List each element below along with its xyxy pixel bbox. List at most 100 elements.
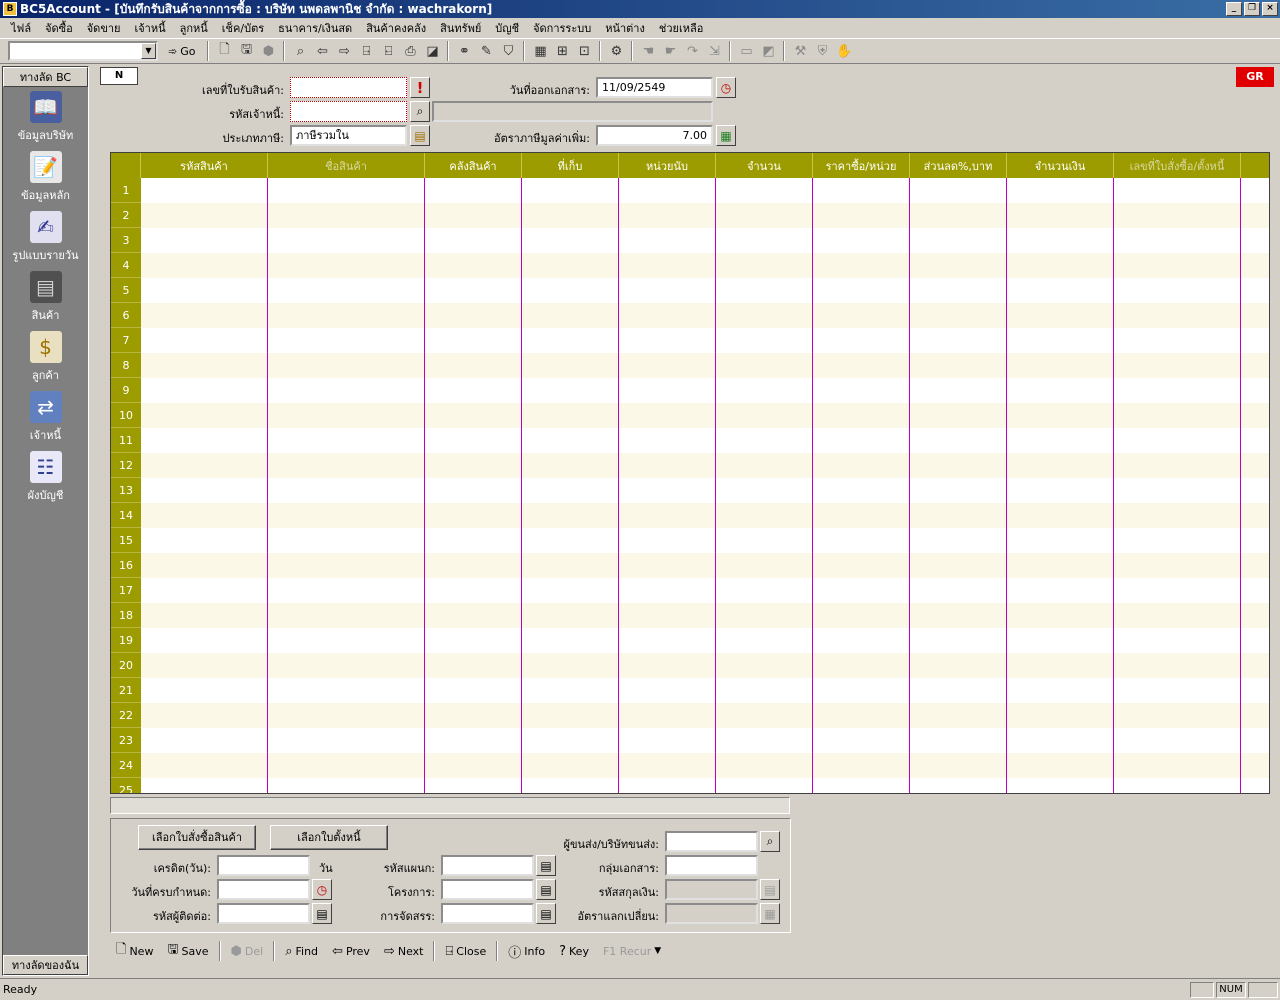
grid-cell[interactable] (1241, 178, 1269, 203)
grid-cell[interactable] (716, 753, 813, 778)
grid-cell[interactable] (141, 528, 268, 553)
grid-cell[interactable] (619, 353, 716, 378)
grid-cell[interactable] (1114, 728, 1241, 753)
grid-cell[interactable] (268, 503, 425, 528)
grid-cell[interactable] (1007, 478, 1114, 503)
grid-cell[interactable] (619, 403, 716, 428)
grid-cell[interactable] (425, 303, 522, 328)
grid-cell[interactable] (813, 628, 910, 653)
search-icon[interactable]: ⌕ (410, 101, 430, 122)
new-doc-icon[interactable]: 🗋 (215, 42, 233, 60)
grid-cell[interactable] (1241, 278, 1269, 303)
grid-cell[interactable] (1114, 203, 1241, 228)
credit-days-input[interactable] (217, 855, 310, 876)
next-arrow-icon[interactable]: ⇨ (335, 42, 353, 60)
grid-cell[interactable] (716, 503, 813, 528)
table-row[interactable]: 7 (111, 328, 1269, 353)
grid-cell[interactable] (268, 678, 425, 703)
key-button[interactable]: ? Key (553, 940, 595, 962)
items-grid[interactable]: รหัสสินค้า ชื่อสินค้า คลังสินค้า ที่เก็บ… (110, 152, 1270, 794)
table-row[interactable]: 21 (111, 678, 1269, 703)
grid-cell[interactable] (1114, 403, 1241, 428)
grid-cell[interactable] (813, 303, 910, 328)
grid-cell[interactable] (619, 778, 716, 793)
grid-cell[interactable] (268, 703, 425, 728)
edit-icon[interactable]: ✎ (477, 42, 495, 60)
info-button[interactable]: ⓘ Info (502, 940, 551, 962)
grid-cell[interactable] (1114, 428, 1241, 453)
grid-cell[interactable] (425, 778, 522, 793)
sidebar-item-products[interactable]: ▤ สินค้า (3, 267, 88, 327)
grid-cell[interactable] (141, 578, 268, 603)
grid-cell[interactable] (813, 353, 910, 378)
stamp-icon[interactable]: ⛉ (499, 42, 517, 60)
grid-cell[interactable] (425, 678, 522, 703)
close-button[interactable]: ⍈ Close (439, 940, 492, 962)
col-header-product-code[interactable]: รหัสสินค้า (141, 153, 268, 178)
grid-cell[interactable] (1241, 353, 1269, 378)
grid-cell[interactable] (813, 578, 910, 603)
grid-cell[interactable] (141, 303, 268, 328)
grid-cell[interactable] (813, 253, 910, 278)
window-chart-icon[interactable]: ◩ (759, 42, 777, 60)
menu-cheque[interactable]: เช็ค/บัตร (215, 19, 271, 37)
grid-cell[interactable] (425, 478, 522, 503)
grid-cell[interactable] (141, 403, 268, 428)
table-row[interactable]: 19 (111, 628, 1269, 653)
table-row[interactable]: 17 (111, 578, 1269, 603)
grid-cell[interactable] (522, 778, 619, 793)
grid-cell[interactable] (1007, 428, 1114, 453)
grid-cell[interactable] (813, 453, 910, 478)
grid-cell[interactable] (716, 603, 813, 628)
grid-cell[interactable] (268, 528, 425, 553)
col-header-unit-price[interactable]: ราคาซื้อ/หน่วย (813, 153, 910, 178)
grid-cell[interactable] (141, 653, 268, 678)
grid-cell[interactable] (813, 653, 910, 678)
col-header-location[interactable]: ที่เก็บ (522, 153, 619, 178)
grid-cell[interactable] (910, 203, 1007, 228)
grid-cell[interactable] (522, 253, 619, 278)
grid-cell[interactable] (522, 528, 619, 553)
list-picker-icon[interactable]: ▤ (536, 855, 556, 876)
grid-cell[interactable] (522, 628, 619, 653)
grid-cell[interactable] (522, 728, 619, 753)
grid-cell[interactable] (1241, 328, 1269, 353)
grid-cell[interactable] (141, 603, 268, 628)
menu-assets[interactable]: สินทรัพย์ (433, 19, 488, 37)
grid-cell[interactable] (619, 228, 716, 253)
grid-cell[interactable] (141, 728, 268, 753)
table-row[interactable]: 2 (111, 203, 1269, 228)
grid-cell[interactable] (910, 478, 1007, 503)
grid-cell[interactable] (1007, 578, 1114, 603)
grid-cell[interactable] (522, 603, 619, 628)
grid-cell[interactable] (619, 178, 716, 203)
grid-cell[interactable] (522, 578, 619, 603)
grid-cell[interactable] (716, 378, 813, 403)
minimize-button[interactable]: _ (1226, 2, 1242, 16)
table-row[interactable]: 3 (111, 228, 1269, 253)
grid-cell[interactable] (813, 678, 910, 703)
new-button[interactable]: 🗋 New (110, 940, 159, 962)
menu-inventory[interactable]: สินค้าคงคลัง (359, 19, 433, 37)
menu-file[interactable]: ไฟล์ (4, 19, 38, 37)
menu-bank-cash[interactable]: ธนาคาร/เงินสด (271, 19, 359, 37)
grid-cell[interactable] (141, 328, 268, 353)
sidebar-item-customers[interactable]: $ ลูกค้า (3, 327, 88, 387)
grid-cell[interactable] (910, 453, 1007, 478)
grid-cell[interactable] (619, 603, 716, 628)
save-icon[interactable]: 🖫 (237, 42, 255, 60)
grid-cell[interactable] (813, 478, 910, 503)
grid-cell[interactable] (141, 478, 268, 503)
grid-cell[interactable] (425, 203, 522, 228)
window-icon[interactable]: ▭ (737, 42, 755, 60)
grid-cell[interactable] (1241, 653, 1269, 678)
grid-cell[interactable] (910, 528, 1007, 553)
grid-cell[interactable] (1114, 653, 1241, 678)
export-icon[interactable]: ⇲ (705, 42, 723, 60)
print-preview-icon[interactable]: ◪ (423, 42, 441, 60)
grid-cell[interactable] (619, 328, 716, 353)
delete-button[interactable]: ⬢ Del (225, 940, 270, 962)
table-row[interactable]: 11 (111, 428, 1269, 453)
grid-cell[interactable] (1241, 703, 1269, 728)
grid-cell[interactable] (522, 403, 619, 428)
